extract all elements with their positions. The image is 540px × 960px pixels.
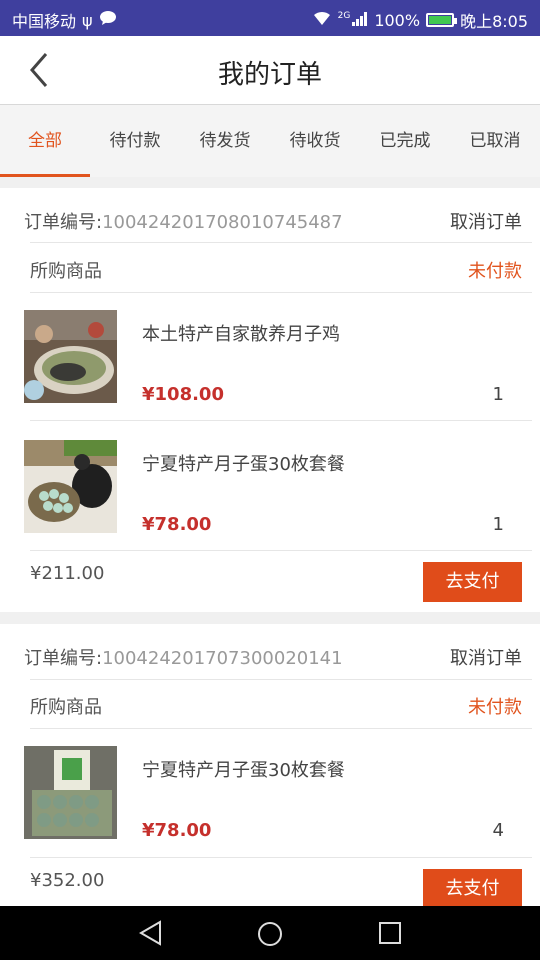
order-number-label: 订单编号: — [24, 212, 103, 233]
divider — [30, 242, 532, 243]
product-price: ¥108.00 — [142, 384, 224, 405]
divider — [30, 679, 532, 680]
battery-percent: 100% — [374, 10, 421, 30]
goods-label: 所购商品 — [30, 697, 102, 718]
divider — [30, 420, 532, 421]
order-tabs: 全部 待付款 待发货 待收货 已完成 已取消 — [0, 105, 540, 177]
product-quantity: 1 — [492, 384, 504, 405]
product-name[interactable]: 宁夏特产月子蛋30枚套餐 — [142, 450, 345, 476]
clock: 晚上8:05 — [460, 12, 528, 31]
carrier-name: 中国移动 — [12, 12, 77, 31]
product-quantity: 1 — [492, 514, 504, 535]
home-circle-icon[interactable] — [256, 920, 284, 948]
order-card: 订单编号:100424201707300020141 取消订单 所购商品 未付款… — [0, 624, 540, 906]
cancel-order-button[interactable]: 取消订单 — [450, 208, 522, 234]
divider — [30, 728, 532, 729]
recents-square-icon[interactable] — [378, 921, 402, 945]
order-card: 订单编号:100424201708010745487 取消订单 所购商品 未付款… — [0, 188, 540, 612]
tab-all[interactable]: 全部 — [0, 105, 90, 177]
cancel-order-button[interactable]: 取消订单 — [450, 644, 522, 670]
order-status: 未付款 — [468, 261, 522, 282]
divider — [30, 292, 532, 293]
product-image-chicken-soup[interactable] — [24, 310, 117, 403]
pay-button[interactable]: 去支付 — [423, 869, 522, 906]
pay-button[interactable]: 去支付 — [423, 562, 522, 602]
product-image-egg-box[interactable] — [24, 746, 117, 839]
tab-pending-payment[interactable]: 待付款 — [90, 105, 180, 177]
back-triangle-icon[interactable] — [138, 920, 164, 946]
battery-icon — [426, 13, 458, 27]
order-number: 100424201708010745487 — [102, 212, 343, 233]
page-title: 我的订单 — [217, 60, 322, 90]
tab-pending-receipt[interactable]: 待收货 — [270, 105, 360, 177]
order-status: 未付款 — [468, 697, 522, 718]
goods-label: 所购商品 — [30, 261, 102, 282]
status-bar: 中国移动 ψ 2G 100% 晚上8:05 — [0, 0, 540, 36]
product-quantity: 4 — [492, 820, 504, 841]
system-nav-bar — [0, 906, 540, 960]
app-header: 我的订单 — [0, 36, 540, 105]
signal-icon — [352, 11, 368, 30]
message-icon — [99, 10, 117, 30]
order-total: ¥352.00 — [30, 870, 105, 891]
divider — [30, 550, 532, 551]
divider — [30, 857, 532, 858]
product-price: ¥78.00 — [142, 820, 212, 841]
tab-cancelled[interactable]: 已取消 — [450, 105, 540, 177]
usb-icon: ψ — [82, 10, 93, 30]
order-number: 100424201707300020141 — [102, 648, 343, 669]
network-type: 2G — [337, 11, 351, 21]
product-name[interactable]: 宁夏特产月子蛋30枚套餐 — [142, 756, 345, 782]
tab-completed[interactable]: 已完成 — [360, 105, 450, 177]
product-price: ¥78.00 — [142, 514, 212, 535]
tab-pending-shipment[interactable]: 待发货 — [180, 105, 270, 177]
order-number-label: 订单编号: — [24, 648, 103, 669]
wifi-icon — [312, 10, 332, 30]
product-name[interactable]: 本土特产自家散养月子鸡 — [142, 320, 340, 346]
product-image-eggs-hen[interactable] — [24, 440, 117, 533]
order-total: ¥211.00 — [30, 563, 105, 584]
